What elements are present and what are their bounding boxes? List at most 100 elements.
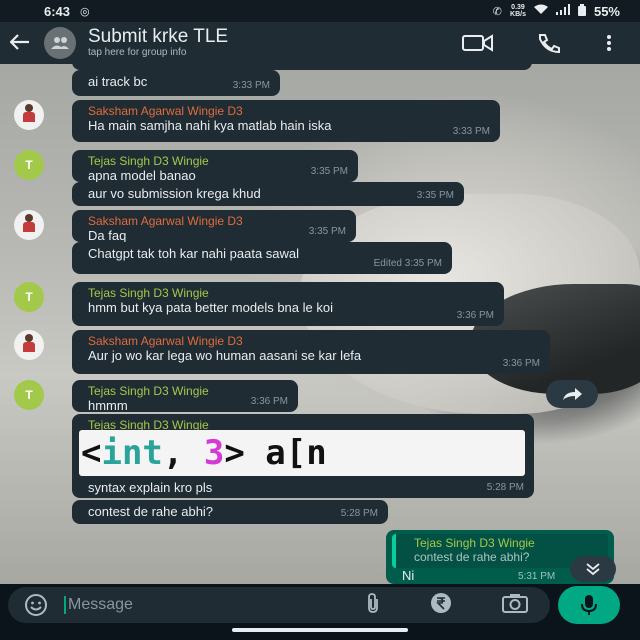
scroll-to-bottom-button[interactable] (570, 556, 616, 582)
message-bubble[interactable]: Saksham Agarwal Wingie D3 Da faq 3:35 PM (72, 210, 356, 243)
message-text: Aur jo wo kar lega wo human aasani se ka… (88, 348, 362, 363)
gesture-nav-bar[interactable] (232, 628, 408, 632)
group-title-block[interactable]: Submit krke TLE tap here for group info (88, 27, 228, 59)
message-time: 3:36 PM (502, 358, 540, 369)
avatar-letter: T (25, 388, 33, 402)
sender-avatar[interactable] (14, 210, 44, 240)
sender-avatar[interactable] (14, 330, 44, 360)
network-speed-unit: KB/s (510, 11, 526, 18)
header-actions (462, 33, 612, 53)
message-bubble[interactable]: Tejas Singh D3 Wingie apna model banao 3… (72, 150, 358, 183)
more-options-icon[interactable] (606, 35, 612, 51)
avatar-body (23, 112, 35, 122)
message-text: Chatgpt tak toh kar nahi paata sawal (88, 246, 300, 261)
chat-header[interactable]: Submit krke TLE tap here for group info (0, 22, 640, 64)
chat-area[interactable]: ai track bc 3:33 PM Saksham Agarwal Wing… (0, 64, 640, 584)
status-icons: ✆ 0.39 KB/s 55% (492, 3, 620, 19)
message-bubble[interactable]: ai track bc 3:33 PM (72, 70, 280, 96)
message-time: 5:28 PM (486, 482, 524, 493)
rupee-icon[interactable] (430, 592, 452, 619)
message-text: Ha main samjha nahi kya matlab hain iska (88, 118, 332, 133)
code-open: < (81, 433, 102, 473)
network-speed: 0.39 KB/s (510, 4, 526, 18)
message-text: contest de rahe abhi? (88, 504, 214, 519)
message-sender[interactable]: Tejas Singh D3 Wingie (88, 154, 348, 168)
composer-bar (0, 584, 640, 640)
wifi-icon (533, 4, 548, 18)
sender-avatar[interactable]: T (14, 282, 44, 312)
status-bar: 6:43 ◎ ✆ 0.39 KB/s 55% (0, 0, 640, 22)
message-text: hmmm (88, 398, 128, 413)
sender-avatar[interactable] (14, 100, 44, 130)
avatar-head (25, 104, 33, 112)
message-bubble[interactable]: Saksham Agarwal Wingie D3 Aur jo wo kar … (72, 330, 550, 374)
message-composer[interactable] (8, 587, 550, 623)
sender-avatar[interactable]: T (14, 150, 44, 180)
message-text: hmm but kya pata better models bna le ko… (88, 300, 333, 315)
avatar-head (25, 214, 33, 222)
code-screenshot-image[interactable]: <int, 3> a[n (79, 430, 525, 476)
message-time: 5:31 PM (518, 571, 556, 582)
message-bubble[interactable]: Chatgpt tak toh kar nahi paata sawal Edi… (72, 242, 452, 274)
message-text: Da faq (88, 228, 127, 243)
forward-button[interactable] (546, 380, 598, 408)
message-sender[interactable]: Tejas Singh D3 Wingie (88, 286, 494, 300)
emoji-icon[interactable] (24, 593, 48, 617)
attach-icon[interactable] (366, 592, 380, 619)
group-subtitle: tap here for group info (88, 47, 187, 58)
notification-icon: ◎ (80, 5, 90, 18)
message-time: 3:35 PM (310, 166, 348, 177)
group-avatar-icon[interactable] (44, 27, 76, 59)
mic-icon (581, 595, 597, 615)
message-input[interactable] (64, 596, 324, 614)
image-message-bubble[interactable]: Tejas Singh D3 Wingie <int, 3> a[n synta… (72, 414, 534, 498)
status-time: 6:43 (44, 3, 71, 19)
back-arrow-icon[interactable] (9, 30, 40, 56)
avatar-head (25, 334, 33, 342)
message-text: aur vo submission krega khud (88, 186, 261, 201)
camera-icon[interactable] (502, 593, 528, 618)
message-time: Edited 3:35 PM (373, 258, 442, 269)
message-time: 3:33 PM (452, 126, 490, 137)
avatar-letter: T (25, 290, 33, 304)
message-time: 3:35 PM (308, 226, 346, 237)
code-comma: , (162, 433, 204, 473)
message-sender[interactable]: Saksham Agarwal Wingie D3 (88, 104, 490, 118)
message-text: syntax explain kro pls (88, 480, 213, 495)
message-time: 3:36 PM (456, 310, 494, 321)
avatar-body (23, 222, 35, 232)
message-time: 5:28 PM (340, 508, 378, 519)
message-bubble[interactable]: Tejas Singh D3 Wingie hmmm 3:36 PM (72, 380, 298, 413)
battery-icon (577, 3, 586, 19)
code-number: 3 (203, 433, 225, 473)
quoted-sender: Tejas Singh D3 Wingie (414, 536, 535, 550)
chevron-down-icon (586, 563, 600, 575)
message-bubble[interactable]: aur vo submission krega khud 3:35 PM (72, 182, 464, 206)
message-text: Ni (402, 568, 415, 583)
call-forward-icon: ✆ (492, 5, 503, 18)
network-speed-value: 0.39 (511, 4, 525, 11)
code-rest: > a[n (224, 433, 327, 473)
sender-avatar[interactable]: T (14, 380, 44, 410)
battery-percent: 55% (593, 3, 620, 19)
message-bubble[interactable]: contest de rahe abhi? 5:28 PM (72, 500, 388, 524)
message-time: 3:36 PM (250, 396, 288, 407)
message-time: 3:35 PM (416, 190, 454, 201)
code-keyword: int (101, 433, 163, 473)
message-text: apna model banao (88, 168, 196, 183)
signal-icon (555, 4, 570, 18)
avatar-letter: T (25, 158, 33, 172)
message-text: ai track bc (88, 74, 148, 89)
message-time: 3:33 PM (232, 80, 270, 91)
mic-button[interactable] (558, 586, 620, 624)
message-sender[interactable]: Saksham Agarwal Wingie D3 (88, 214, 346, 228)
forward-icon (563, 388, 582, 400)
message-bubble[interactable]: Tejas Singh D3 Wingie hmm but kya pata b… (72, 282, 504, 326)
composer-actions (366, 592, 528, 619)
voice-call-icon[interactable] (536, 33, 564, 53)
avatar-body (23, 342, 35, 352)
group-title: Submit krke TLE (88, 26, 229, 47)
video-call-icon[interactable] (462, 34, 494, 52)
message-sender[interactable]: Saksham Agarwal Wingie D3 (88, 334, 540, 348)
message-bubble[interactable]: Saksham Agarwal Wingie D3 Ha main samjha… (72, 100, 500, 142)
